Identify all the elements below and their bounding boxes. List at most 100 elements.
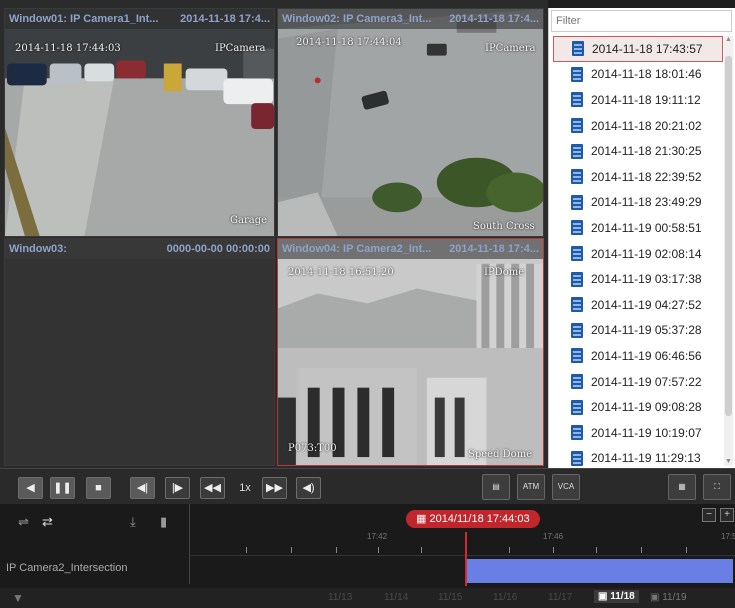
date-item[interactable]: 11/16 [493,592,517,603]
window-title: Window03: [9,243,67,255]
date-item[interactable]: 11/15 [438,592,462,603]
stop-button[interactable]: ■ [86,477,111,499]
list-item[interactable]: 2014-11-19 06:46:56 [553,343,723,369]
list-scrollbar[interactable]: ▲ ▼ [724,36,733,466]
list-item[interactable]: 2014-11-19 04:27:52 [553,292,723,318]
pause-button[interactable]: ❚❚ [50,477,75,499]
osd-camera-name: IPDome [484,267,525,278]
list-item[interactable]: 2014-11-19 10:19:07 [553,420,723,446]
fullscreen-icon: ⛶ [714,482,720,491]
list-item[interactable]: 2014-11-18 21:30:25 [553,138,723,164]
window-time: 0000-00-00 00:00:00 [166,243,270,255]
filter-input[interactable] [551,10,732,32]
file-time: 2014-11-18 20:21:02 [591,118,702,133]
list-item[interactable]: 2014-11-19 03:17:38 [553,266,723,292]
video-file-icon [571,143,583,159]
ruler-tick [378,547,379,553]
current-time-badge: ▦ 2014/11/18 17:44:03 [406,510,540,528]
frame-forward-button[interactable]: |▶ [165,477,190,499]
video-window-1[interactable]: Window01: IP Camera1_Int... 2014-11-18 1… [4,8,275,237]
date-label: 11/19 [662,592,687,603]
osd-location-label: South Cross [473,221,535,232]
day-record-icon: ▣ [650,592,663,603]
recording-segment[interactable] [465,559,733,583]
frame-forward-icon: |▶ [171,482,184,494]
calendar-icon: ▦ [416,513,430,525]
list-item[interactable]: 2014-11-19 00:58:51 [553,215,723,241]
list-item[interactable]: 2014-11-19 11:29:13 [553,446,723,467]
playback-speed: 1x [239,482,251,494]
list-item[interactable]: 2014-11-18 20:21:02 [553,113,723,139]
ruler-tick [641,547,642,553]
timeline-zoom-out-button[interactable]: − [702,508,716,522]
ruler-tick [421,547,422,553]
time-ruler[interactable]: 17:42 17:46 17:5 [191,532,735,556]
video-window-4[interactable]: Window04: IP Camera2_Int... 2014-11-18 1… [277,238,544,466]
file-time: 2014-11-19 06:46:56 [591,348,702,363]
day-record-icon: ▣ [598,591,611,602]
list-item[interactable]: 2014-11-18 22:39:52 [553,164,723,190]
download-clip-button[interactable]: ▤ [482,474,510,500]
scroll-down-arrow-icon[interactable]: ▼ [724,458,733,466]
list-item[interactable]: 2014-11-19 07:57:22 [553,369,723,395]
date-item[interactable]: 11/17 [548,592,572,603]
reverse-play-icon: ◀ [26,482,35,494]
video-file-icon [571,399,583,415]
list-item[interactable]: 2014-11-19 05:37:28 [553,318,723,344]
osd-camera-name: IPCamera [485,43,536,54]
fullscreen-button[interactable]: ⛶ [703,474,731,500]
current-time: 2014/11/18 17:44:03 [429,513,530,525]
timeline-zoom-in-button[interactable]: + [720,508,734,522]
window-title: Window01: IP Camera1_Int... [9,13,159,25]
video-file-icon [571,297,583,313]
frame-back-button[interactable]: ◀| [130,477,155,499]
scroll-thumb[interactable] [725,56,732,416]
clip-icon: ▤ [492,482,500,491]
date-item-selected[interactable]: ▣ 11/18 [594,590,639,603]
file-time: 2014-11-19 10:19:07 [591,425,702,440]
list-item[interactable]: 2014-11-19 02:08:14 [553,241,723,267]
expand-icon[interactable]: ⇄ [42,514,53,530]
timeline-camera-name: IP Camera2_Intersection [6,562,128,574]
file-time: 2014-11-19 09:08:28 [591,400,702,415]
file-time: 2014-11-18 23:49:29 [591,195,702,210]
list-item[interactable]: 2014-11-19 09:08:28 [553,394,723,420]
date-item[interactable]: 11/13 [328,592,352,603]
file-time: 2014-11-18 17:43:57 [592,41,703,56]
video-file-icon [571,118,583,134]
download-icon[interactable]: ⤓ [130,514,136,530]
osd-ptz-position: P073:T00 [288,443,337,454]
playhead[interactable] [465,532,467,586]
video-window-3[interactable]: Window03: 0000-00-00 00:00:00 [4,238,275,466]
collapse-icon[interactable]: ⇌ [18,514,29,530]
vca-icon: VCA [557,482,575,491]
list-item[interactable]: 2014-11-18 18:01:46 [553,62,723,88]
filter-funnel-icon[interactable]: ▼ [12,591,24,605]
file-time: 2014-11-19 02:08:14 [591,246,702,261]
osd-location-label: Speed Dome [468,449,533,460]
speed-up-button[interactable]: ▶▶ [262,477,287,499]
list-item[interactable]: 2014-11-18 17:43:57 [553,36,723,62]
slow-down-button[interactable]: ◀◀ [200,477,225,499]
video-window-2[interactable]: Window02: IP Camera3_Int... 2014-11-18 1… [277,8,544,237]
list-item[interactable]: 2014-11-18 19:11:12 [553,87,723,113]
atm-search-button[interactable]: ATM [517,474,545,500]
ruler-tick [291,547,292,553]
ruler-tick [553,547,554,553]
file-time: 2014-11-19 07:57:22 [591,374,702,389]
reverse-play-button[interactable]: ◀ [18,477,43,499]
record-file-list: 2014-11-18 17:43:57 2014-11-18 18:01:46 … [553,36,723,466]
file-time: 2014-11-18 22:39:52 [591,169,702,184]
list-item[interactable]: 2014-11-18 23:49:29 [553,190,723,216]
playback-window: Window01: IP Camera1_Int... 2014-11-18 1… [0,0,735,608]
window-layout-button[interactable]: ▦ [668,474,696,500]
window-title-bar: Window02: IP Camera3_Int... 2014-11-18 1… [278,9,543,29]
bookmark-icon[interactable]: ▮ [160,514,167,530]
scroll-up-arrow-icon[interactable]: ▲ [724,36,733,44]
vca-search-button[interactable]: VCA [552,474,580,500]
video-file-icon [571,271,583,287]
date-item[interactable]: ▣ 11/19 [650,592,687,603]
date-item[interactable]: 11/14 [384,592,408,603]
volume-button[interactable]: ◀) [296,477,321,499]
video-file-icon [572,41,584,57]
